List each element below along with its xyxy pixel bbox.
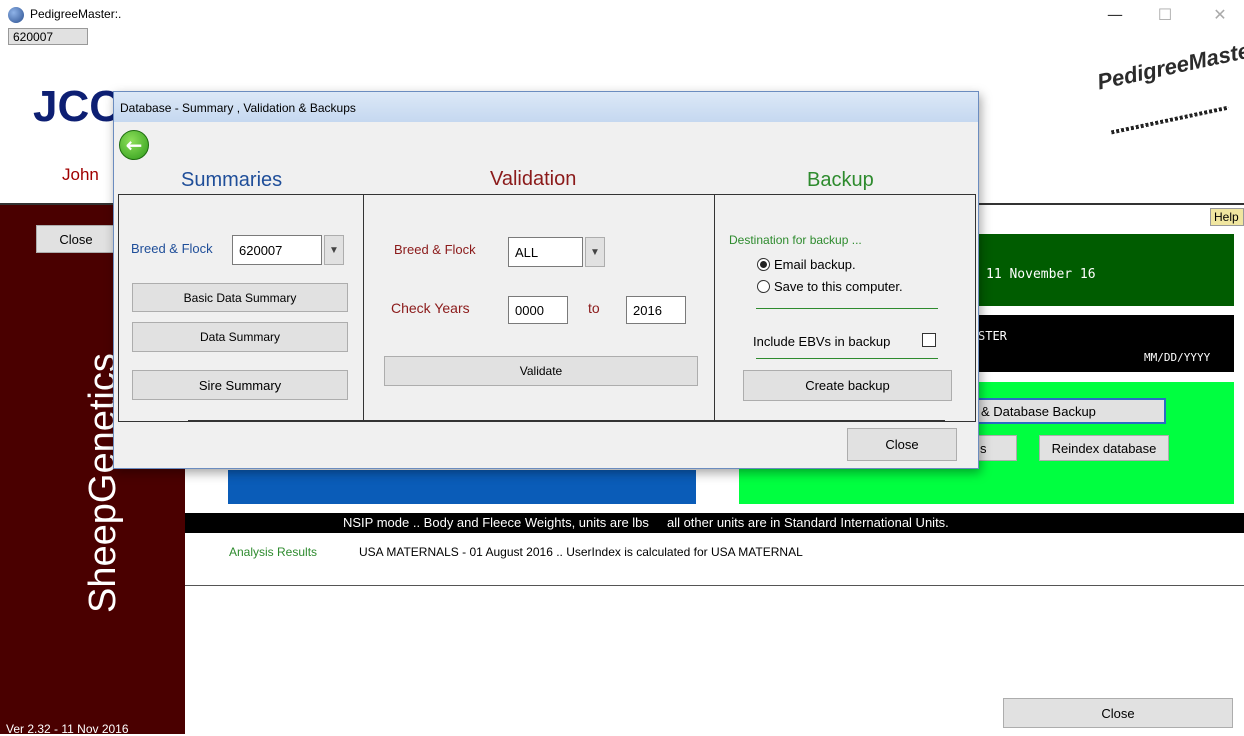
summaries-dropdown-arrow-icon[interactable]: ▼ <box>324 235 344 265</box>
section-divider-2 <box>714 194 715 422</box>
content-divider <box>185 585 1244 586</box>
basic-data-summary-button[interactable]: Basic Data Summary <box>132 283 348 312</box>
validation-breed-flock-label: Breed & Flock <box>394 242 476 257</box>
dialog-bottom-separator <box>188 420 945 421</box>
analysis-label: Analysis Results <box>229 545 318 559</box>
maximize-button[interactable]: ☐ <box>1150 2 1180 28</box>
blue-panel <box>228 470 696 504</box>
dialog-close-button[interactable]: Close <box>847 428 957 461</box>
s-button[interactable]: s <box>975 435 1017 461</box>
black-panel-text: STER <box>978 329 1007 343</box>
dialog-title-bar: Database - Summary , Validation & Backup… <box>114 92 978 122</box>
database-backup-button[interactable]: & Database Backup <box>975 398 1166 424</box>
data-summary-button[interactable]: Data Summary <box>132 322 348 352</box>
analysis-text: USA MATERNALS - 01 August 2016 .. UserIn… <box>359 545 803 559</box>
date-format: MM/DD/YYYY <box>1144 351 1211 364</box>
save-computer-radio[interactable] <box>757 280 770 293</box>
summaries-breed-flock-label: Breed & Flock <box>131 241 213 256</box>
backup-heading: Backup <box>807 169 874 191</box>
owner-name: John <box>62 165 99 184</box>
dialog: Database - Summary , Validation & Backup… <box>113 91 979 469</box>
pedigree-logo-underline <box>1110 105 1230 135</box>
sire-summary-button[interactable]: Sire Summary <box>132 370 348 400</box>
include-ebvs-checkbox[interactable] <box>922 333 936 347</box>
side-close-button[interactable]: Close <box>36 225 116 253</box>
close-window-button[interactable]: ✕ <box>1200 2 1240 28</box>
bottom-close-button[interactable]: Close <box>1003 698 1233 728</box>
include-ebvs-label: Include EBVs in backup <box>753 334 891 349</box>
email-backup-radio[interactable] <box>757 258 770 271</box>
validate-button[interactable]: Validate <box>384 356 698 386</box>
help-button[interactable]: Help <box>1210 208 1244 226</box>
to-label: to <box>588 300 600 316</box>
dialog-title: Database - Summary , Validation & Backup… <box>120 101 356 115</box>
email-backup-label: Email backup. <box>774 257 856 272</box>
destination-label: Destination for backup ... <box>729 233 862 247</box>
save-computer-label: Save to this computer. <box>774 279 903 294</box>
year-to-input[interactable]: 2016 <box>626 296 686 324</box>
app-icon <box>8 7 24 23</box>
title-bar: PedigreeMaster:. — ☐ ✕ 620007 <box>0 0 1244 45</box>
date-text: 11 November 16 <box>986 267 1096 282</box>
flock-id-box: 620007 <box>8 28 88 45</box>
validation-breed-flock-select[interactable]: ALL <box>508 237 583 267</box>
window-title: PedigreeMaster:. <box>30 7 122 21</box>
check-years-label: Check Years <box>391 300 470 316</box>
backup-separator-1 <box>756 308 938 309</box>
nsip-text: NSIP mode .. Body and Fleece Weights, un… <box>343 515 949 530</box>
year-from-input[interactable]: 0000 <box>508 296 568 324</box>
pedigree-logo: PedigreeMaste <box>1095 37 1244 95</box>
nsip-bar: NSIP mode .. Body and Fleece Weights, un… <box>185 513 1244 533</box>
section-divider-1 <box>363 194 364 422</box>
back-arrow-glyph: ← <box>125 133 143 157</box>
minimize-button[interactable]: — <box>1100 2 1130 28</box>
back-arrow-icon[interactable]: ← <box>119 130 149 160</box>
backup-separator-2 <box>756 358 938 359</box>
summaries-heading: Summaries <box>181 169 283 191</box>
create-backup-button[interactable]: Create backup <box>743 370 952 401</box>
reindex-database-button[interactable]: Reindex database <box>1039 435 1169 461</box>
validation-heading: Validation <box>490 168 577 190</box>
validation-dropdown-arrow-icon[interactable]: ▼ <box>585 237 605 267</box>
logo-text: JCC <box>33 82 122 131</box>
summaries-breed-flock-select[interactable]: 620007 <box>232 235 322 265</box>
